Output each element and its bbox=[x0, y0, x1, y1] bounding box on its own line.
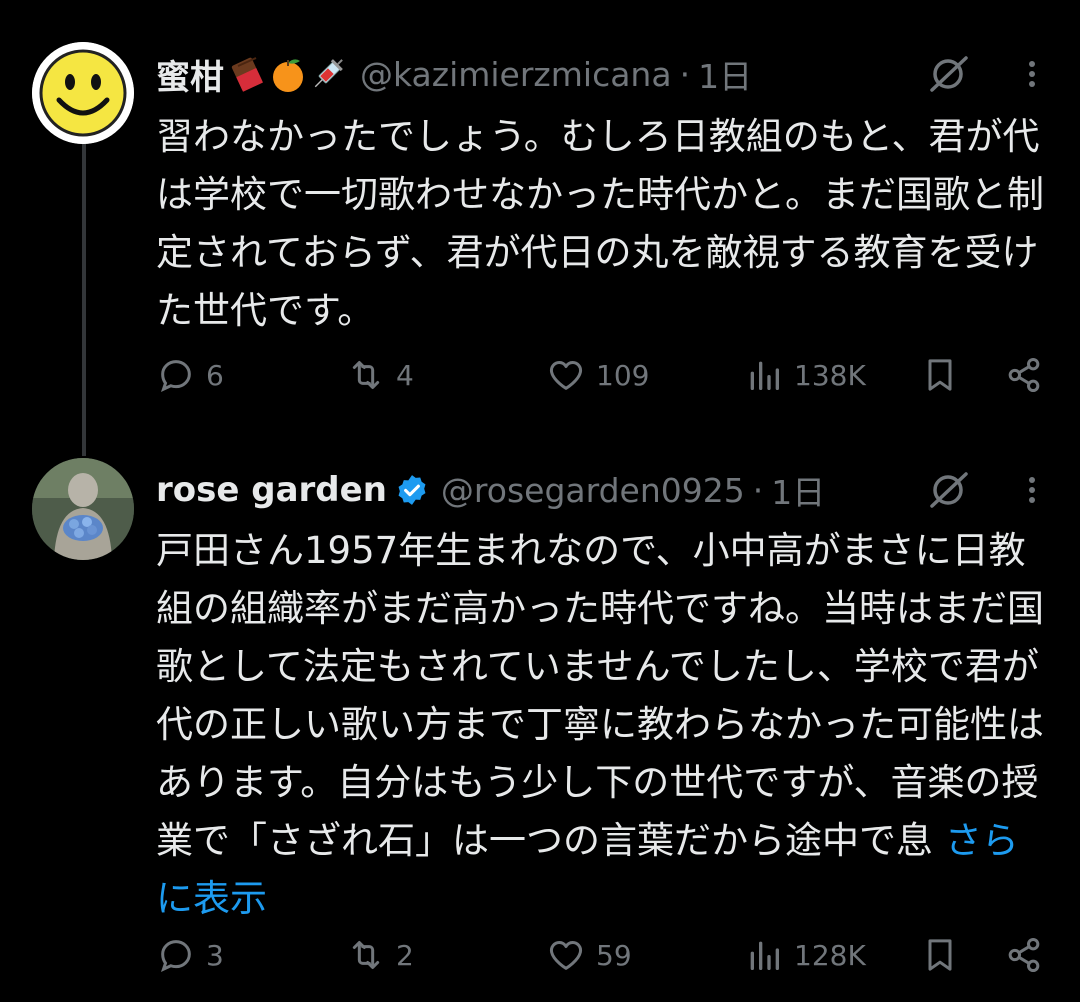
tweet-text: 戸田さん1957年生まれなので、小中高がまさに日教組の組織率がまだ高かった時代で… bbox=[156, 522, 1046, 928]
orange-icon bbox=[273, 59, 303, 92]
retweet-icon bbox=[352, 361, 380, 389]
analytics-icon bbox=[750, 361, 779, 390]
timestamp[interactable]: 1日 bbox=[698, 50, 752, 98]
syringe-icon bbox=[314, 59, 343, 88]
reply-count: 3 bbox=[206, 938, 224, 972]
reply-count: 6 bbox=[206, 358, 224, 392]
more-options-icon[interactable] bbox=[1022, 468, 1042, 512]
handle[interactable]: @kazimierzmicana bbox=[360, 55, 672, 94]
more-options-icon[interactable] bbox=[1022, 52, 1042, 96]
avatar[interactable] bbox=[32, 458, 134, 560]
grok-icon[interactable] bbox=[926, 468, 970, 512]
action-bar: 6 4 109 138K bbox=[156, 350, 1050, 400]
retweet-count: 4 bbox=[396, 358, 414, 392]
like-count: 59 bbox=[596, 938, 632, 972]
analytics-icon bbox=[750, 941, 779, 970]
action-bar: 3 2 59 128K bbox=[156, 930, 1050, 980]
tweet[interactable]: 蜜柑 @kazimierzmicana · 1日 習わなかったでしょう。むしろ日… bbox=[0, 0, 1080, 430]
tweet-text: 習わなかったでしょう。むしろ日教組のもと、君が代は学校で一切歌わせなかった時代か… bbox=[156, 108, 1046, 340]
display-name[interactable]: 蜜柑 bbox=[156, 50, 224, 99]
retweet-count: 2 bbox=[396, 938, 414, 972]
share-icon bbox=[1008, 938, 1040, 972]
avatar[interactable] bbox=[32, 42, 134, 144]
reply-icon bbox=[160, 360, 191, 393]
tweet[interactable]: rose garden @rosegarden0925 · 1日 戸田さん195… bbox=[0, 430, 1080, 1002]
view-count: 128K bbox=[794, 938, 866, 972]
smiley-face-icon bbox=[32, 42, 134, 144]
verified-badge[interactable] bbox=[395, 473, 429, 507]
tweet-body: 戸田さん1957年生まれなので、小中高がまさに日教組の組織率がまだ高かった時代で… bbox=[156, 529, 1044, 862]
grok-icon[interactable] bbox=[926, 52, 970, 96]
like-count: 109 bbox=[596, 358, 650, 392]
tweet-header: rose garden @rosegarden0925 · 1日 bbox=[156, 460, 1060, 520]
tweet-header: 蜜柑 @kazimierzmicana · 1日 bbox=[156, 44, 1060, 104]
retweet-button[interactable]: 4 bbox=[346, 350, 414, 400]
bookmark-icon bbox=[928, 939, 952, 971]
chocolate-icon bbox=[231, 57, 263, 92]
heart-icon bbox=[549, 361, 583, 390]
handle[interactable]: @rosegarden0925 bbox=[441, 471, 745, 510]
like-button[interactable]: 109 bbox=[546, 350, 649, 400]
views-button[interactable]: 138K bbox=[744, 350, 866, 400]
reply-button[interactable]: 6 bbox=[156, 350, 224, 400]
like-button[interactable]: 59 bbox=[546, 930, 632, 980]
heart-icon bbox=[549, 941, 583, 970]
views-button[interactable]: 128K bbox=[744, 930, 866, 980]
display-name[interactable]: rose garden bbox=[156, 470, 387, 510]
retweet-icon bbox=[352, 941, 380, 969]
separator-dot: · bbox=[752, 470, 764, 510]
jizo-statue-avatar-icon bbox=[32, 458, 134, 560]
share-button[interactable] bbox=[1004, 930, 1044, 980]
verified-badge-icon bbox=[398, 475, 426, 505]
reply-icon bbox=[160, 940, 191, 973]
reply-button[interactable]: 3 bbox=[156, 930, 224, 980]
view-count: 138K bbox=[794, 358, 866, 392]
bookmark-icon bbox=[928, 359, 952, 391]
retweet-button[interactable]: 2 bbox=[346, 930, 414, 980]
timestamp[interactable]: 1日 bbox=[771, 466, 825, 514]
bookmark-button[interactable] bbox=[920, 930, 960, 980]
name-emojis bbox=[228, 54, 348, 94]
bookmark-button[interactable] bbox=[920, 350, 960, 400]
share-icon bbox=[1008, 358, 1040, 392]
separator-dot: · bbox=[679, 54, 691, 94]
share-button[interactable] bbox=[1004, 350, 1044, 400]
tweet-body: 習わなかったでしょう。むしろ日教組のもと、君が代は学校で一切歌わせなかった時代か… bbox=[156, 115, 1044, 332]
